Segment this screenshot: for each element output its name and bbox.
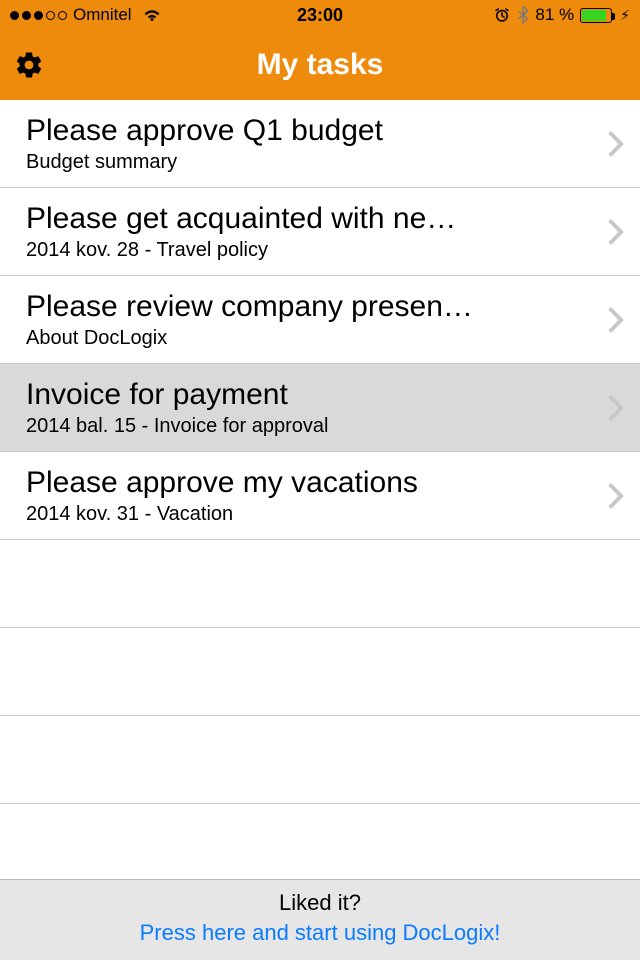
settings-button[interactable] [14, 50, 44, 80]
chevron-right-icon [608, 307, 624, 333]
chevron-right-icon [608, 395, 624, 421]
empty-row [0, 628, 640, 716]
page-title: My tasks [257, 48, 384, 82]
chevron-right-icon [608, 219, 624, 245]
battery-icon [580, 8, 612, 23]
chevron-right-icon [608, 483, 624, 509]
empty-row [0, 540, 640, 628]
nav-bar: My tasks [0, 30, 640, 100]
signal-strength-icon [10, 11, 67, 20]
task-subtitle: 2014 kov. 31 - Vacation [26, 503, 598, 526]
alarm-icon [493, 6, 511, 24]
task-row[interactable]: Please approve Q1 budget Budget summary [0, 100, 640, 188]
task-subtitle: About DocLogix [26, 327, 598, 350]
status-bar: Omnitel 23:00 81 % ⚡︎ [0, 0, 640, 30]
task-row[interactable]: Invoice for payment 2014 bal. 15 - Invoi… [0, 364, 640, 452]
task-list: Please approve Q1 budget Budget summary … [0, 100, 640, 804]
bluetooth-icon [517, 6, 529, 24]
footer-link[interactable]: Press here and start using DocLogix! [0, 920, 640, 946]
task-row[interactable]: Please approve my vacations 2014 kov. 31… [0, 452, 640, 540]
task-title: Please get acquainted with ne… [26, 201, 598, 237]
task-title: Please approve my vacations [26, 465, 598, 501]
empty-row [0, 716, 640, 804]
task-subtitle: 2014 kov. 28 - Travel policy [26, 239, 598, 262]
wifi-icon [142, 8, 162, 22]
battery-pct-label: 81 % [535, 5, 574, 25]
task-subtitle: 2014 bal. 15 - Invoice for approval [26, 415, 598, 438]
footer-text: Liked it? [0, 890, 640, 916]
task-subtitle: Budget summary [26, 151, 598, 174]
footer-banner[interactable]: Liked it? Press here and start using Doc… [0, 879, 640, 960]
charging-icon: ⚡︎ [620, 7, 630, 24]
status-right: 81 % ⚡︎ [493, 5, 630, 25]
chevron-right-icon [608, 131, 624, 157]
clock-label: 23:00 [297, 5, 343, 26]
status-left: Omnitel [10, 5, 162, 25]
task-row[interactable]: Please get acquainted with ne… 2014 kov.… [0, 188, 640, 276]
task-row[interactable]: Please review company presen… About DocL… [0, 276, 640, 364]
task-title: Please review company presen… [26, 289, 598, 325]
task-title: Invoice for payment [26, 377, 598, 413]
carrier-label: Omnitel [73, 5, 132, 25]
task-title: Please approve Q1 budget [26, 113, 598, 149]
